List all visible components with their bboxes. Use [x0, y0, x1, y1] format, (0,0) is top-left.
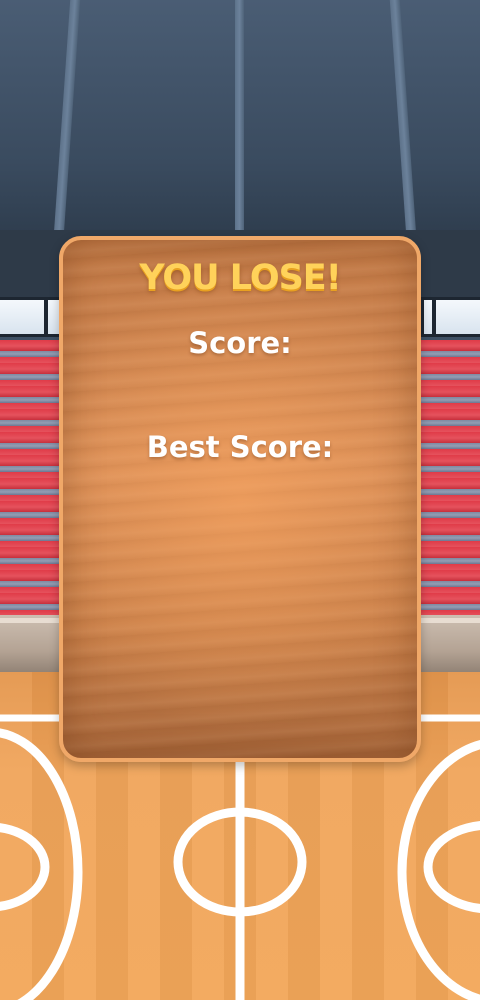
best-score-label: Best Score: — [146, 430, 334, 464]
railing-board — [436, 300, 480, 334]
game-over-panel: YOU LOSE! Score: Best Score: — [59, 236, 421, 762]
railing-board — [0, 300, 44, 334]
result-title: YOU LOSE! — [139, 258, 341, 298]
railing-board — [424, 300, 432, 334]
game-screen: YOU LOSE! Score: Best Score: — [0, 0, 480, 1000]
score-label: Score: — [188, 326, 292, 360]
ceiling-beam — [235, 0, 244, 235]
